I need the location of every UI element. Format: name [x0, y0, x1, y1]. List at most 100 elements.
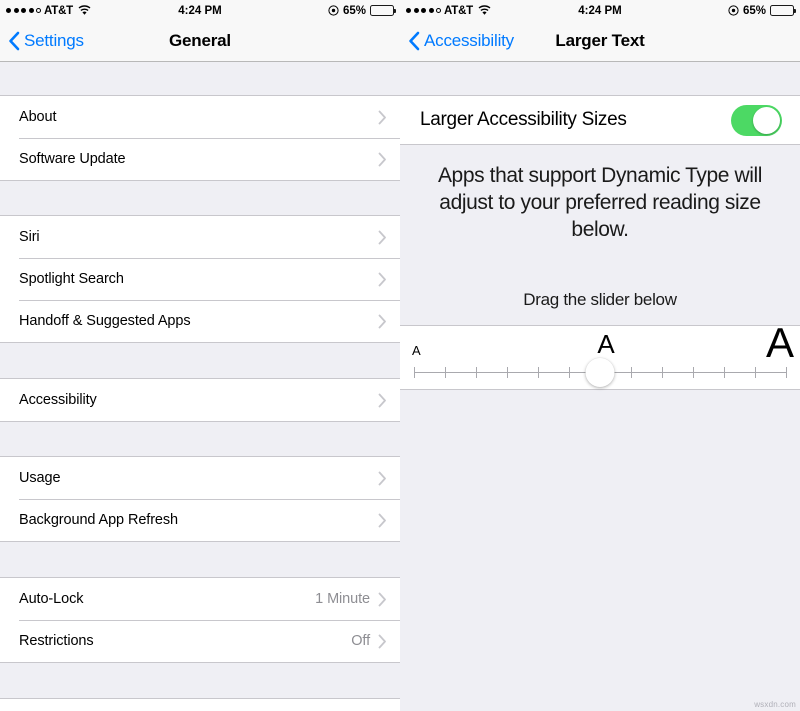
slider-tick: [693, 367, 694, 378]
chevron-right-icon: [378, 634, 387, 649]
signal-dot-filled: [406, 8, 411, 13]
back-button-settings[interactable]: Settings: [8, 31, 84, 51]
larger-accessibility-sizes-switch[interactable]: [731, 104, 782, 136]
signal-dot-filled: [28, 8, 34, 13]
row-accessory: [378, 314, 387, 329]
signal-dot-empty: [36, 8, 41, 13]
slider-min-letter: A: [412, 343, 421, 358]
row-accessory: [378, 393, 387, 408]
wifi-icon: [78, 5, 91, 16]
settings-row-date-time[interactable]: Date & Time: [0, 699, 400, 711]
back-button-label: Settings: [24, 31, 84, 50]
body-top-gap: [400, 62, 800, 95]
settings-row-about[interactable]: About: [0, 96, 400, 138]
list-top-gap: [0, 62, 400, 95]
slider-thumb[interactable]: [585, 358, 615, 387]
dual-screenshot-container: AT&T 4:24 PM 65% Settings General About …: [0, 0, 800, 711]
row-accessory: [378, 513, 387, 528]
settings-row-accessibility[interactable]: Accessibility: [0, 379, 400, 421]
location-services-icon: [328, 5, 339, 16]
right-phone-screen: AT&T 4:24 PM 65% Accessibility Larger Te…: [400, 0, 800, 711]
settings-group-1: About Software Update: [0, 95, 400, 181]
settings-row-siri[interactable]: Siri: [0, 216, 400, 258]
battery-icon: [370, 5, 396, 16]
signal-dot-filled: [421, 8, 426, 13]
back-button-accessibility[interactable]: Accessibility: [408, 31, 514, 51]
row-label: Spotlight Search: [19, 271, 124, 287]
status-bar-left: AT&T 4:24 PM 65%: [0, 0, 400, 21]
list-section-gap: [0, 542, 400, 577]
status-bar-right: AT&T 4:24 PM 65%: [400, 0, 800, 21]
settings-group-3: Accessibility: [0, 378, 400, 422]
row-accessory: Off: [351, 633, 387, 649]
wifi-icon: [478, 5, 491, 16]
chevron-right-icon: [378, 272, 387, 287]
switch-knob: [753, 106, 780, 134]
nav-bar-larger-text: Accessibility Larger Text: [400, 21, 800, 62]
chevron-left-icon: [8, 31, 20, 51]
watermark: wsxdn.com: [754, 700, 796, 709]
signal-strength-dots: [406, 8, 441, 13]
list-section-gap: [0, 663, 400, 698]
row-value: Off: [351, 633, 370, 649]
row-label: About: [19, 109, 57, 125]
list-section-gap: [0, 343, 400, 378]
location-services-icon: [728, 5, 739, 16]
chevron-right-icon: [378, 592, 387, 607]
settings-list-general[interactable]: About Software Update Siri Spotlight Sea…: [0, 62, 400, 711]
settings-row-background-app-refresh[interactable]: Background App Refresh: [0, 499, 400, 541]
dynamic-type-description: Apps that support Dynamic Type will adju…: [437, 164, 763, 241]
slider-tick: [724, 367, 725, 378]
row-label: Siri: [19, 229, 40, 245]
text-size-slider[interactable]: [414, 358, 787, 388]
chevron-right-icon: [378, 393, 387, 408]
row-label: Auto-Lock: [19, 591, 84, 607]
settings-row-usage[interactable]: Usage: [0, 457, 400, 499]
chevron-right-icon: [378, 314, 387, 329]
signal-dot-filled: [13, 8, 19, 13]
battery-percent-label: 65%: [342, 4, 366, 17]
larger-accessibility-sizes-group: Larger Accessibility Sizes: [400, 95, 800, 145]
larger-accessibility-sizes-row[interactable]: Larger Accessibility Sizes: [400, 96, 800, 144]
slider-size-markers: A A A: [400, 322, 800, 364]
row-label: Usage: [19, 470, 61, 486]
signal-dot-filled: [21, 8, 26, 13]
carrier-label: AT&T: [44, 4, 74, 17]
settings-row-handoff[interactable]: Handoff & Suggested Apps: [0, 300, 400, 342]
signal-strength-dots: [6, 8, 41, 13]
list-section-gap: [0, 181, 400, 215]
row-accessory: [378, 471, 387, 486]
settings-row-auto-lock[interactable]: Auto-Lock 1 Minute: [0, 578, 400, 620]
left-phone-screen: AT&T 4:24 PM 65% Settings General About …: [0, 0, 400, 711]
row-label: Background App Refresh: [19, 512, 179, 528]
slider-tick: [476, 367, 477, 378]
row-label: Restrictions: [19, 633, 94, 649]
chevron-right-icon: [378, 471, 387, 486]
row-label: Handoff & Suggested Apps: [19, 313, 191, 329]
settings-row-restrictions[interactable]: Restrictions Off: [0, 620, 400, 662]
settings-row-spotlight-search[interactable]: Spotlight Search: [0, 258, 400, 300]
row-value: 1 Minute: [315, 591, 370, 607]
chevron-right-icon: [378, 230, 387, 245]
slider-tick: [569, 367, 570, 378]
settings-group-4: Usage Background App Refresh: [0, 456, 400, 542]
row-accessory: [378, 230, 387, 245]
row-accessory: [378, 110, 387, 125]
back-button-label: Accessibility: [424, 31, 514, 50]
settings-group-6: Date & Time: [0, 698, 400, 711]
signal-dot-filled: [428, 8, 434, 13]
larger-text-body: Larger Accessibility Sizes Apps that sup…: [400, 62, 800, 711]
settings-group-2: Siri Spotlight Search Handoff & Suggeste…: [0, 215, 400, 343]
signal-dot-filled: [6, 8, 11, 13]
battery-icon: [770, 5, 796, 16]
signal-dot-filled: [413, 8, 419, 13]
slider-tick: [538, 367, 539, 378]
chevron-right-icon: [378, 152, 387, 167]
row-label: Software Update: [19, 151, 126, 167]
chevron-right-icon: [378, 513, 387, 528]
status-bar-right-group: 65%: [328, 4, 396, 17]
settings-row-software-update[interactable]: Software Update: [0, 138, 400, 180]
slider-mid-letter: A: [597, 329, 615, 359]
drag-slider-hint: Drag the slider below: [523, 289, 677, 309]
slider-tick: [755, 367, 756, 378]
